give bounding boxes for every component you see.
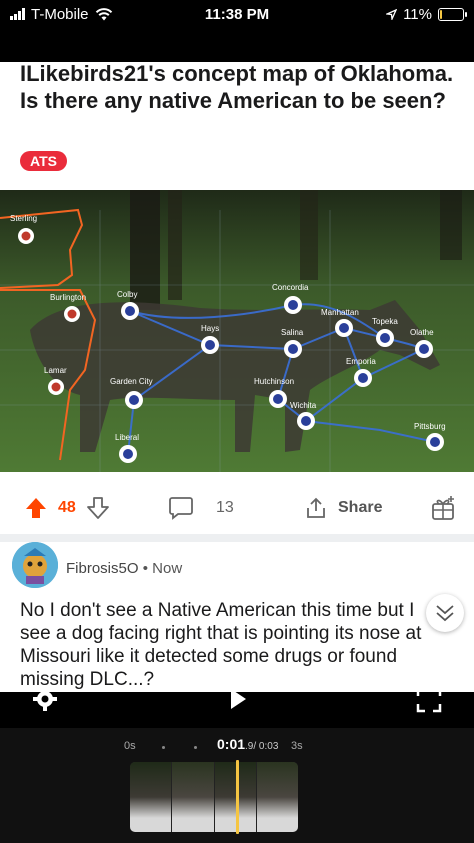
timeline-tick	[162, 746, 165, 749]
status-bar: T-Mobile 11:38 PM 11%	[0, 0, 474, 28]
video-filmstrip[interactable]	[130, 762, 298, 832]
filmstrip-frame	[130, 762, 173, 832]
city-label-garden-city: Garden City	[110, 377, 153, 386]
city-marker-burlington[interactable]	[64, 306, 80, 322]
city-label-manhattan: Manhattan	[321, 308, 359, 317]
total-duration: / 0:03	[253, 741, 279, 752]
clock: 11:38 PM	[204, 5, 270, 23]
comment-body: No I don't see a Native American this ti…	[20, 600, 422, 690]
location-arrow-icon	[386, 8, 398, 20]
play-icon[interactable]	[228, 687, 248, 711]
city-label-liberal: Liberal	[115, 433, 139, 442]
timeline-end-label: 3s	[291, 740, 303, 752]
city-marker-manhattan[interactable]	[335, 319, 353, 337]
playback-controls	[0, 680, 474, 720]
city-marker-wichita[interactable]	[297, 412, 315, 430]
battery-percent: 11%	[403, 5, 432, 23]
city-marker-salina[interactable]	[284, 340, 302, 358]
settings-gear-icon[interactable]	[32, 686, 58, 712]
timeline-tick	[194, 746, 197, 749]
timeline: 0s 0:01.9/ 0:03 3s	[0, 728, 474, 843]
map-photo-composite: Sterling Burlington Colby Concordia Manh…	[0, 190, 474, 472]
city-marker-pittsburg[interactable]	[426, 433, 444, 451]
fullscreen-icon[interactable]	[416, 687, 442, 713]
city-label-topeka: Topeka	[372, 317, 398, 326]
post-flair[interactable]: ATS	[20, 151, 67, 171]
city-marker-hays[interactable]	[201, 336, 219, 354]
meta-separator: •	[142, 560, 148, 577]
city-label-lamar: Lamar	[44, 366, 67, 375]
current-time-value: 0:01	[217, 736, 246, 752]
carrier-name: T-Mobile	[31, 5, 89, 23]
city-marker-concordia[interactable]	[284, 296, 302, 314]
comment-time: Now	[152, 560, 183, 577]
city-marker-topeka[interactable]	[376, 329, 394, 347]
comment-meta: Fibrosis5O • Now	[66, 560, 182, 577]
comment-author[interactable]: Fibrosis5O	[66, 560, 139, 577]
city-marker-olathe[interactable]	[415, 340, 433, 358]
city-label-pittsburg: Pittsburg	[414, 422, 446, 431]
collapse-thread-button[interactable]	[426, 594, 464, 632]
city-marker-sterling[interactable]	[18, 228, 34, 244]
current-time: 0:01.9/ 0:03	[217, 736, 278, 752]
city-label-wichita: Wichita	[290, 401, 317, 410]
timeline-start-label: 0s	[124, 740, 136, 752]
city-marker-hutchinson[interactable]	[269, 390, 287, 408]
wifi-icon	[95, 7, 112, 20]
city-label-salina: Salina	[281, 328, 304, 337]
status-left: T-Mobile	[10, 6, 113, 23]
city-label-colby: Colby	[117, 290, 137, 299]
avatar[interactable]	[12, 542, 58, 588]
post-image[interactable]: Sterling Burlington Colby Concordia Manh…	[0, 190, 474, 472]
city-label-emporia: Emporia	[346, 357, 376, 366]
battery-icon	[438, 7, 467, 21]
city-marker-liberal[interactable]	[119, 445, 137, 463]
city-marker-colby[interactable]	[121, 302, 139, 320]
city-marker-emporia[interactable]	[354, 369, 372, 387]
filmstrip-frame	[256, 762, 298, 832]
city-label-hutchinson: Hutchinson	[254, 377, 294, 386]
chevron-down-icon	[436, 605, 454, 622]
post-title[interactable]: ILikebirds21's concept map of Oklahoma. …	[20, 62, 460, 114]
city-label-sterling: Sterling	[10, 214, 37, 223]
city-marker-garden-city[interactable]	[125, 391, 143, 409]
city-label-concordia: Concordia	[272, 283, 309, 292]
city-marker-lamar[interactable]	[48, 379, 64, 395]
filmstrip-frame	[172, 762, 215, 832]
comment: Fibrosis5O • Now No I don't see a Native…	[0, 482, 474, 690]
city-label-olathe: Olathe	[410, 328, 434, 337]
status-right: 11%	[386, 5, 467, 23]
city-label-burlington: Burlington	[50, 293, 86, 302]
signal-bars-icon	[10, 8, 25, 20]
playhead[interactable]	[235, 760, 239, 834]
city-label-hays: Hays	[201, 324, 219, 333]
